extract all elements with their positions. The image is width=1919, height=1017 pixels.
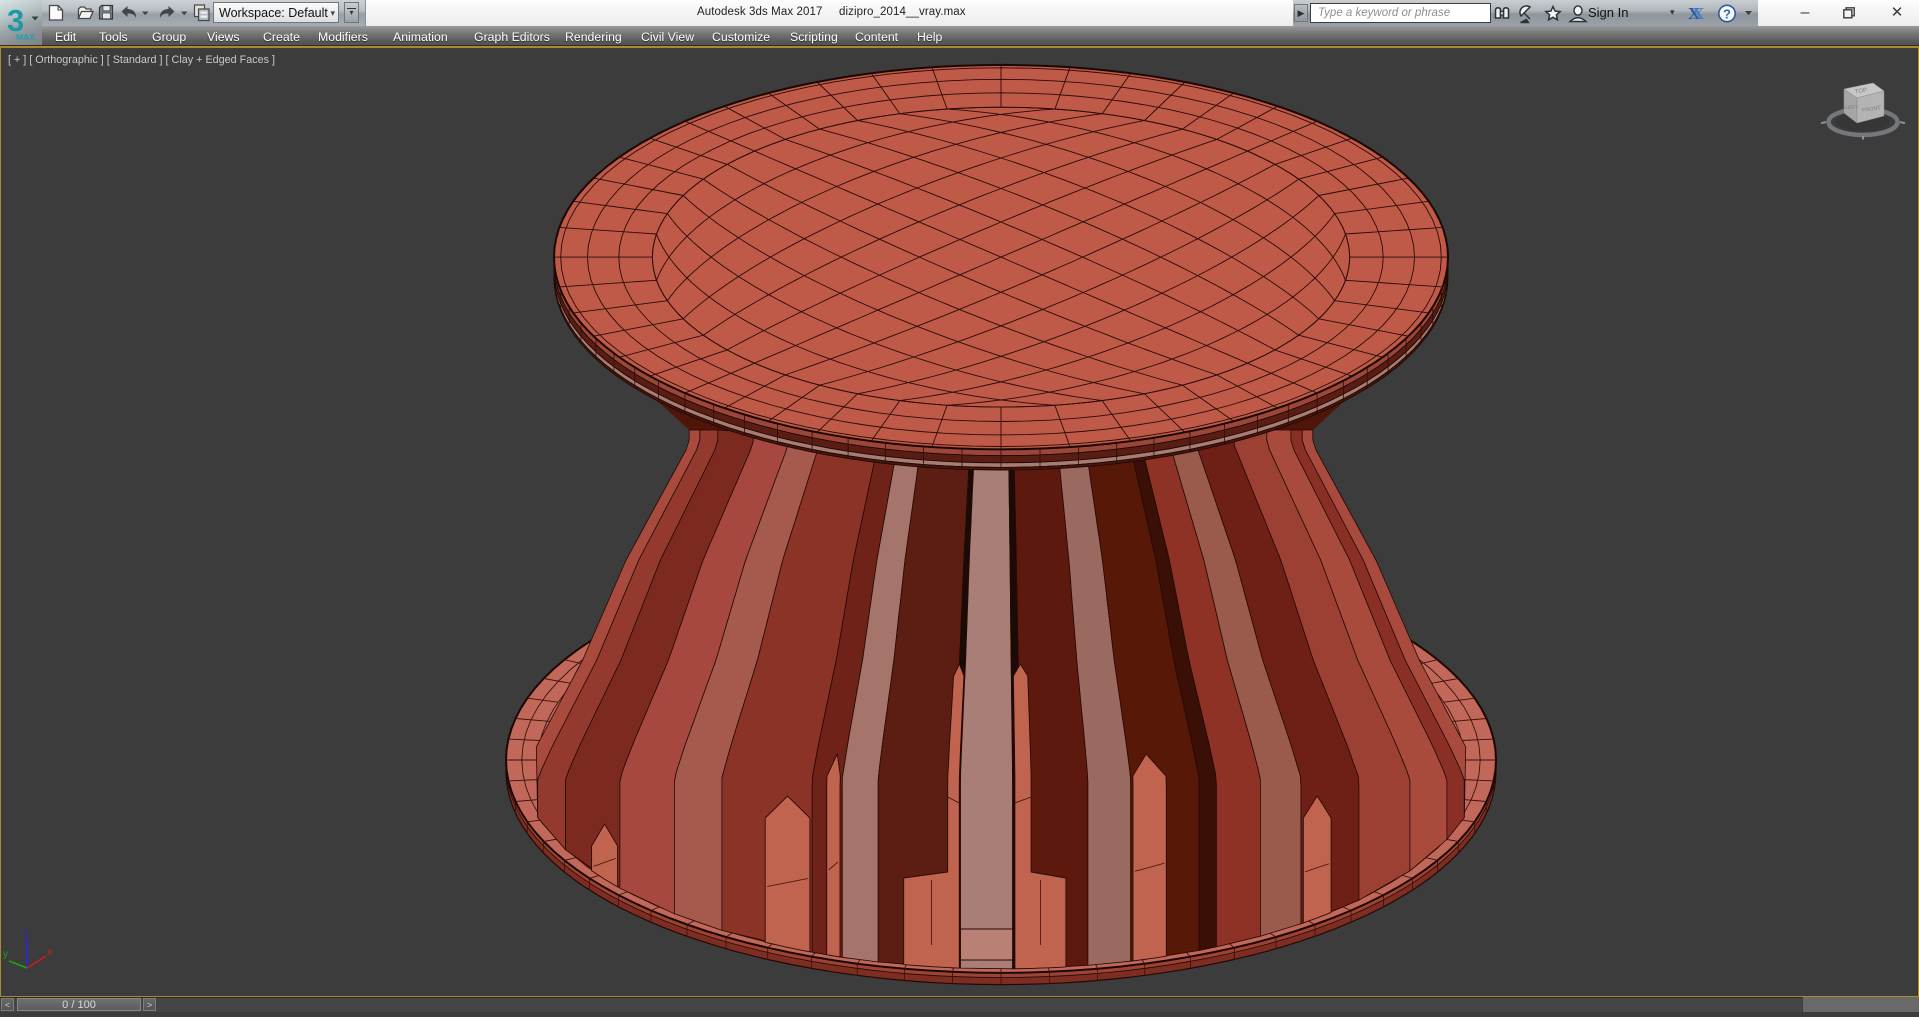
svg-text:y: y xyxy=(3,949,8,960)
svg-text:X: X xyxy=(1692,4,1705,23)
svg-text:MAX: MAX xyxy=(16,32,35,42)
svg-text:LEFT: LEFT xyxy=(1845,105,1859,112)
svg-text:?: ? xyxy=(1723,7,1731,22)
svg-text:x: x xyxy=(47,947,52,958)
svg-text:z: z xyxy=(24,929,29,940)
